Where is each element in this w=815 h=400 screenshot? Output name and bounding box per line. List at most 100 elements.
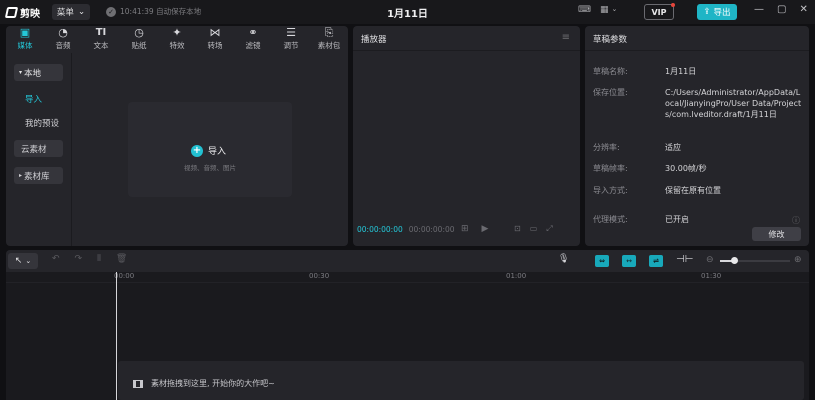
media-tabs: ▣ 媒体 ◔ 音频 TI 文本 ◷ 贴纸 ✦ 特效 ⋈ 转场 ⚭ 滤镜 ☰ 调节 xyxy=(6,26,348,52)
focus-icon[interactable]: ⊡ xyxy=(514,224,521,234)
edit-tools: ↶ ↷ ⫴ 🗑 xyxy=(52,254,127,264)
select-tool-button[interactable]: ↖ ⌄ xyxy=(8,253,38,269)
microphone-icon[interactable]: 🎙 xyxy=(558,254,569,264)
playhead[interactable] xyxy=(116,272,117,400)
effects-icon: ✦ xyxy=(172,26,182,39)
vip-button[interactable]: VIP xyxy=(644,4,674,20)
menu-button[interactable]: 菜单 ⌄ xyxy=(52,4,90,20)
save-status-text: 10:41:39 自动保存本地 xyxy=(120,7,202,16)
play-icon[interactable]: ▶ xyxy=(482,224,489,234)
delete-icon[interactable]: 🗑 xyxy=(116,254,127,264)
chevron-down-icon: ⌄ xyxy=(77,7,86,17)
zoom-slider[interactable] xyxy=(720,257,790,264)
zoom-in-icon[interactable]: ⊕ xyxy=(794,255,802,265)
hamburger-menu-icon[interactable]: ≡ xyxy=(562,32,570,43)
titlebar-icons: ⌨ ▦ ⌄ xyxy=(578,5,617,15)
audio-icon: ◔ xyxy=(58,26,68,39)
import-mode-value: 保留在原有位置 xyxy=(665,186,721,195)
layout-chevron-icon[interactable]: ⌄ xyxy=(612,5,618,15)
window-controls: — ▢ ✕ xyxy=(754,4,808,15)
tab-filters[interactable]: ⚭ 滤镜 xyxy=(234,26,272,52)
export-icon: ⇪ xyxy=(703,7,711,17)
layout-icon[interactable]: ▦ xyxy=(600,5,609,15)
filter-icon: ⚭ xyxy=(248,26,258,39)
main-track-drop-zone[interactable]: 素材拖拽到这里, 开始你的大作吧~ xyxy=(118,361,804,400)
maximize-icon[interactable]: ▢ xyxy=(777,4,786,15)
import-label: 导入 xyxy=(208,147,227,157)
track-hint-text: 素材拖拽到这里, 开始你的大作吧~ xyxy=(151,379,275,388)
split-icon[interactable]: ⫴ xyxy=(97,254,101,264)
tab-media[interactable]: ▣ 媒体 xyxy=(6,26,44,52)
app-logo: 剪映 xyxy=(4,5,40,20)
close-icon[interactable]: ✕ xyxy=(799,4,807,15)
tab-label: 音频 xyxy=(55,41,71,50)
title-bar: 剪映 菜单 ⌄ ✓ 10:41:39 自动保存本地 1月11日 ⌨ ▦ ⌄ VI… xyxy=(0,0,815,24)
sidebar-item-cloud[interactable]: 云素材 xyxy=(14,140,63,157)
ruler-divider xyxy=(6,282,809,283)
info-icon[interactable]: ⓘ xyxy=(792,215,800,226)
check-circle-icon: ✓ xyxy=(106,6,116,17)
timeline-marker-icon[interactable]: ⊞ xyxy=(461,224,469,234)
fullscreen-icon[interactable]: ⤢ xyxy=(546,224,552,234)
tab-label: 调节 xyxy=(283,41,299,50)
tab-effects[interactable]: ✦ 特效 xyxy=(158,26,196,52)
vip-notification-dot xyxy=(671,3,675,7)
edit-button[interactable]: 修改 xyxy=(752,227,801,241)
divider xyxy=(353,50,580,51)
minimize-icon[interactable]: — xyxy=(754,4,764,15)
player-view-buttons: ⊡ ▭ ⤢ xyxy=(514,224,553,234)
draft-params-title: 草稿参数 xyxy=(593,35,628,45)
tab-audio[interactable]: ◔ 音频 xyxy=(44,26,82,52)
preview-axis-icon[interactable]: ⊣⊢ xyxy=(676,254,693,265)
proxy-mode-key: 代理模式: xyxy=(593,215,628,224)
tab-transitions[interactable]: ⋈ 转场 xyxy=(196,26,234,52)
track-hint: 素材拖拽到这里, 开始你的大作吧~ xyxy=(133,378,275,389)
player-controls: 00:00:00:00 00:00:00:00 ⊞ ▶ ⊡ ▭ ⤢ xyxy=(357,222,577,236)
keyboard-icon[interactable]: ⌨ xyxy=(578,5,591,15)
sidebar-item-presets[interactable]: 我的预设 xyxy=(14,114,63,131)
import-hint: 视频、音频、图片 xyxy=(184,164,236,172)
export-button[interactable]: ⇪ 导出 xyxy=(697,4,737,20)
resolution-key: 分辨率: xyxy=(593,143,620,152)
timeline-panel: ↖ ⌄ ↶ ↷ ⫴ 🗑 🎙 ⇔ ⇿ ⇌ ⊣⊢ ⊖ ⊕ 00:00 00:30 0… xyxy=(6,250,809,400)
chevron-down-icon: ⌄ xyxy=(25,257,32,265)
auto-snap-button[interactable]: ⇿ xyxy=(622,255,636,267)
sidebar-item-label: 导入 xyxy=(25,94,43,105)
film-icon xyxy=(133,379,143,388)
import-card[interactable]: + 导入 视频、音频、图片 xyxy=(128,102,292,197)
ruler-label: 01:30 xyxy=(701,272,722,280)
tab-label: 贴纸 xyxy=(131,41,147,50)
tab-label: 转场 xyxy=(207,41,223,50)
zoom-control: ⊖ ⊕ xyxy=(706,255,804,266)
tab-stickers[interactable]: ◷ 贴纸 xyxy=(120,26,158,52)
sidebar-item-library[interactable]: ▸ 素材库 xyxy=(14,167,63,184)
caret-down-icon: ▾ xyxy=(19,69,23,76)
save-location-key: 保存位置: xyxy=(593,88,628,97)
sidebar-item-import[interactable]: 导入 xyxy=(14,90,63,107)
ruler-label: 00:00 xyxy=(114,272,135,280)
undo-icon[interactable]: ↶ xyxy=(52,254,60,264)
tab-adjust[interactable]: ☰ 调节 xyxy=(272,26,310,52)
linkage-button[interactable]: ⇌ xyxy=(649,255,663,267)
sidebar-item-local[interactable]: ▾ 本地 xyxy=(14,64,63,81)
proxy-mode-value: 已开启 xyxy=(665,215,689,224)
zoom-out-icon[interactable]: ⊖ xyxy=(706,255,714,265)
import-button[interactable]: + 导入 xyxy=(191,144,226,157)
tab-packs[interactable]: ⎘ 素材包 xyxy=(310,26,348,52)
ruler-label: 00:30 xyxy=(309,272,330,280)
zoom-slider-handle[interactable] xyxy=(731,257,738,264)
redo-icon[interactable]: ↷ xyxy=(75,254,83,264)
main-track-magnet-button[interactable]: ⇔ xyxy=(595,255,609,267)
ratio-icon[interactable]: ▭ xyxy=(530,224,538,234)
time-ruler: 00:00 00:30 01:00 01:30 xyxy=(6,272,809,282)
capcut-logo-icon xyxy=(4,7,19,18)
timeline-toolbar: ↖ ⌄ ↶ ↷ ⫴ 🗑 🎙 ⇔ ⇿ ⇌ ⊣⊢ ⊖ ⊕ xyxy=(6,250,809,272)
media-panel: ▣ 媒体 ◔ 音频 TI 文本 ◷ 贴纸 ✦ 特效 ⋈ 转场 ⚭ 滤镜 ☰ 调节 xyxy=(6,26,348,246)
import-mode-key: 导入方式: xyxy=(593,186,628,195)
save-status: ✓ 10:41:39 自动保存本地 xyxy=(106,6,201,17)
media-sidebar: ▾ 本地 导入 我的预设 云素材 ▸ 素材库 xyxy=(6,53,72,246)
draft-name-value: 1月11日 xyxy=(665,67,697,76)
tab-text[interactable]: TI 文本 xyxy=(82,26,120,52)
tab-label: 特效 xyxy=(169,41,185,50)
resolution-value: 适应 xyxy=(665,143,681,152)
